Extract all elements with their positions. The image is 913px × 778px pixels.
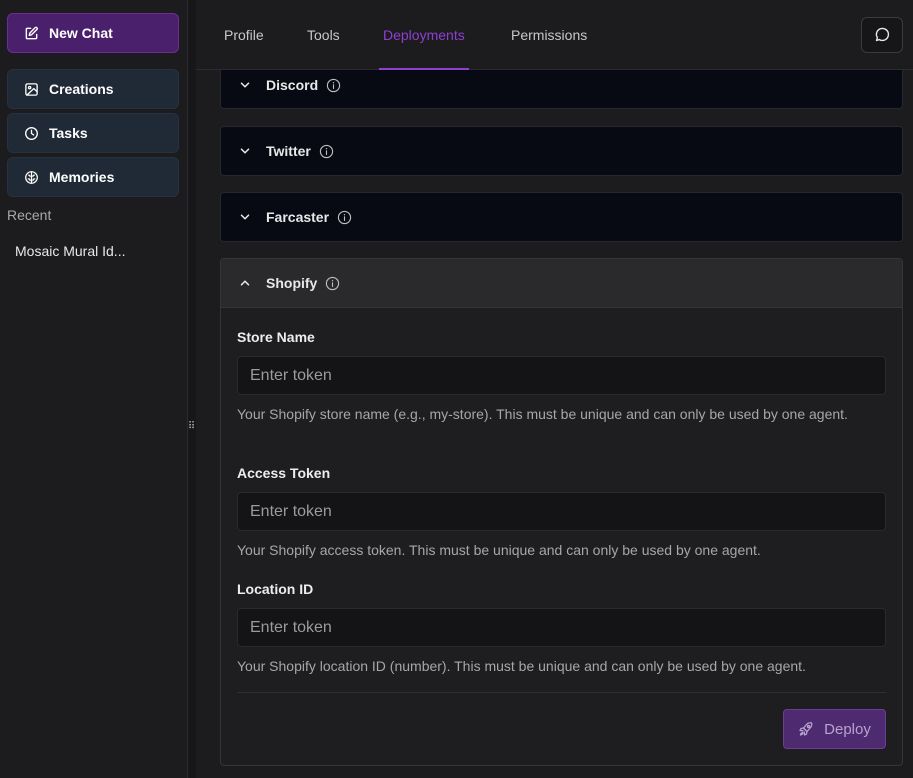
recent-heading: Recent — [7, 207, 52, 223]
recent-chat-item[interactable]: Mosaic Mural Id... — [15, 243, 175, 259]
deploy-label: Deploy — [824, 720, 871, 738]
sidebar: New Chat Creations Tasks Memories Recent… — [0, 0, 187, 778]
tab-permissions[interactable]: Permissions — [507, 0, 591, 70]
store-name-label: Store Name — [237, 329, 315, 345]
tab-tools[interactable]: Tools — [303, 0, 344, 70]
accordion-title: Farcaster — [266, 209, 330, 225]
sidebar-item-label: Memories — [49, 169, 115, 185]
store-name-input[interactable] — [237, 356, 886, 395]
location-id-help: Your Shopify location ID (number). This … — [237, 658, 806, 674]
access-token-help: Your Shopify access token. This must be … — [237, 542, 761, 558]
info-icon[interactable] — [325, 276, 340, 291]
new-chat-button[interactable]: New Chat — [7, 13, 179, 53]
top-tab-bar: Profile Tools Deployments Permissions — [196, 0, 913, 70]
form-divider — [237, 692, 886, 693]
accordion-header-discord[interactable]: Discord — [221, 70, 902, 109]
tab-profile[interactable]: Profile — [220, 0, 268, 70]
accordion-title: Shopify — [266, 275, 318, 291]
chevron-up-icon — [240, 280, 250, 286]
tab-deployments[interactable]: Deployments — [379, 0, 469, 70]
accordion-header-twitter[interactable]: Twitter — [221, 127, 902, 175]
chevron-down-icon — [240, 214, 250, 220]
store-name-help: Your Shopify store name (e.g., my-store)… — [237, 406, 848, 422]
accordion-title: Twitter — [266, 143, 311, 159]
brain-icon — [25, 170, 38, 184]
access-token-label: Access Token — [237, 465, 331, 481]
chat-toggle-button[interactable] — [861, 17, 903, 53]
edit-icon — [25, 26, 38, 39]
sidebar-item-label: Creations — [49, 81, 114, 97]
chevron-down-icon — [240, 82, 250, 88]
accordion-header-farcaster[interactable]: Farcaster — [221, 193, 902, 241]
sidebar-item-tasks[interactable]: Tasks — [7, 113, 179, 153]
deployments-panel: Discord Twitter Farcaster Shopify Store … — [196, 70, 913, 778]
sidebar-divider — [187, 0, 196, 778]
rocket-icon — [799, 722, 813, 736]
accordion-shopify: Shopify Store Name Your Shopify store na… — [220, 258, 903, 766]
sidebar-item-creations[interactable]: Creations — [7, 69, 179, 109]
sidebar-item-label: Tasks — [49, 125, 88, 141]
resize-handle-icon[interactable]: ⠿ — [188, 420, 195, 434]
accordion-twitter: Twitter — [220, 126, 903, 176]
accordion-title: Discord — [266, 77, 319, 93]
accordion-header-shopify[interactable]: Shopify — [221, 259, 902, 308]
chevron-down-icon — [240, 148, 250, 154]
accordion-discord: Discord — [220, 70, 903, 109]
message-circle-icon — [875, 27, 890, 42]
clock-icon — [25, 126, 38, 140]
deploy-button[interactable]: Deploy — [783, 709, 886, 749]
app-window: New Chat Creations Tasks Memories Recent… — [0, 0, 913, 778]
new-chat-label: New Chat — [49, 25, 113, 41]
info-icon[interactable] — [319, 144, 334, 159]
info-icon[interactable] — [326, 78, 341, 93]
info-icon[interactable] — [337, 210, 352, 225]
image-icon — [25, 82, 38, 96]
accordion-farcaster: Farcaster — [220, 192, 903, 242]
sidebar-item-memories[interactable]: Memories — [7, 157, 179, 197]
location-id-label: Location ID — [237, 581, 314, 597]
location-id-input[interactable] — [237, 608, 886, 647]
access-token-input[interactable] — [237, 492, 886, 531]
